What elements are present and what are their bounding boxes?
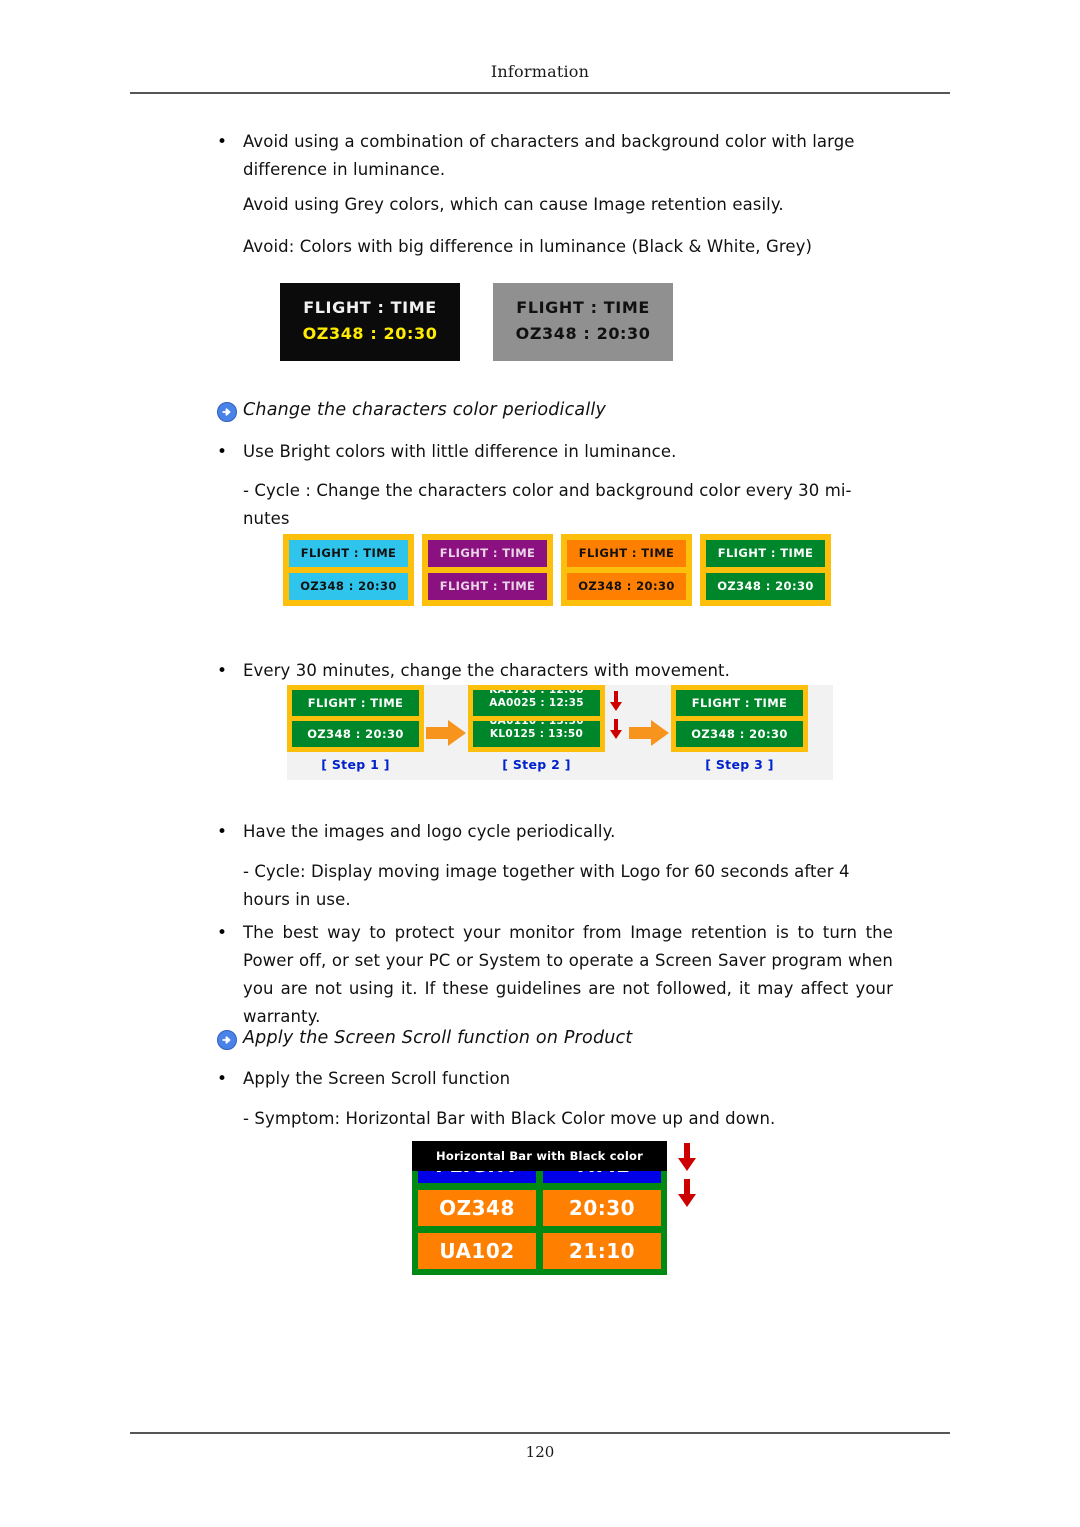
step-3-row-2: OZ348 : 20:30: [676, 721, 803, 747]
paragraph-avoid-colors: Avoid: Colors with big difference in lum…: [243, 237, 813, 256]
purple-panel-row-2: FLIGHT : TIME: [428, 573, 547, 600]
green-panel-row-1: FLIGHT : TIME: [706, 540, 825, 567]
orange-panel-row-1: FLIGHT : TIME: [567, 540, 686, 567]
step-3-panel: FLIGHT : TIME OZ348 : 20:30: [671, 685, 808, 752]
step-2-row-1-line-2: AA0025 : 12:35: [489, 697, 584, 709]
dash-item-cycle-logo-60s: - Cycle: Display moving image together w…: [243, 862, 850, 909]
step-3-row-1: FLIGHT : TIME: [676, 690, 803, 716]
header-rule: [130, 92, 950, 94]
page-header: Information: [130, 62, 950, 81]
purple-panel-row-1: FLIGHT : TIME: [428, 540, 547, 567]
bullet-marker: •: [217, 132, 228, 152]
flight-board-row-1-time: 20:30: [543, 1190, 661, 1226]
step-3-label: [ Step 3 ]: [705, 757, 774, 772]
figure-screen-scroll-symptom: FLIGHT TIME OZ348 20:30 UA102 21:10 Hori…: [412, 1141, 696, 1275]
bullet-marker: •: [217, 822, 228, 842]
step-2-panel: KA1710 : 12:00 AA0025 : 12:35 UA0110 : 1…: [468, 685, 605, 752]
bullet-text-apply-screen-scroll: Apply the Screen Scroll function: [243, 1069, 511, 1088]
bullet-text-avoid-combination: Avoid using a combination of characters …: [243, 132, 855, 179]
grey-flight-panel: FLIGHT : TIME OZ348 : 20:30: [493, 283, 674, 361]
header-title: Information: [490, 62, 590, 81]
section-heading-change-characters-color: Change the characters color periodically: [216, 398, 916, 423]
cyan-panel-row-1: FLIGHT : TIME: [289, 540, 408, 567]
dash-item-cycle-30-minutes: - Cycle : Change the characters color an…: [243, 481, 852, 528]
flight-board-row-1-flight: OZ348: [418, 1190, 536, 1226]
flight-board-grid: FLIGHT TIME OZ348 20:30 UA102 21:10 Hori…: [412, 1141, 667, 1275]
orange-flight-panel: FLIGHT : TIME OZ348 : 20:30: [561, 534, 692, 606]
step-2-row-2-line-2: KL0125 : 13:50: [489, 728, 584, 740]
dash-item-symptom-horizontal-bar: - Symptom: Horizontal Bar with Black Col…: [243, 1109, 776, 1128]
step-1-panel: FLIGHT : TIME OZ348 : 20:30: [287, 685, 424, 752]
flight-board-row-1: OZ348 20:30: [418, 1190, 661, 1226]
paragraph-avoid-grey: Avoid using Grey colors, which can cause…: [243, 195, 784, 214]
down-arrow-icon-1: [610, 691, 622, 711]
figure-movement-steps: FLIGHT : TIME OZ348 : 20:30 [ Step 1 ] K…: [287, 685, 833, 780]
bullet-text-best-way-protect: The best way to protect your monitor fro…: [243, 923, 893, 1026]
down-arrow-icon-2: [610, 719, 622, 739]
right-arrow-icon-1: [426, 719, 466, 746]
bullet-text-use-bright-colors: Use Bright colors with little difference…: [243, 442, 677, 461]
bullet-item-change-with-movement: • Every 30 minutes, change the character…: [213, 657, 893, 685]
bullet-item-logo-cycle: • Have the images and logo cycle periodi…: [213, 818, 893, 846]
grey-panel-line-1: FLIGHT : TIME: [516, 298, 650, 317]
footer-rule: [130, 1432, 950, 1434]
purple-flight-panel: FLIGHT : TIME FLIGHT : TIME: [422, 534, 553, 606]
step-1-label: [ Step 1 ]: [321, 757, 390, 772]
right-arrow-icon-2: [629, 719, 669, 746]
flight-board-row-2-flight: UA102: [418, 1233, 536, 1269]
step-2-row-2-line-1: UA0110 : 13:30: [489, 721, 584, 727]
black-flight-panel: FLIGHT : TIME OZ348 : 20:30: [280, 283, 460, 361]
bullet-item-use-bright-colors: • Use Bright colors with little differen…: [213, 438, 893, 466]
bullet-marker: •: [217, 923, 228, 943]
page-number: 120: [525, 1443, 555, 1461]
black-panel-line-1: FLIGHT : TIME: [303, 298, 437, 317]
step-1-column: FLIGHT : TIME OZ348 : 20:30 [ Step 1 ]: [287, 685, 424, 772]
step-1-row-1: FLIGHT : TIME: [292, 690, 419, 716]
bullet-marker: •: [217, 1069, 228, 1089]
arrow-circle-icon: [216, 1029, 238, 1051]
orange-panel-row-2: OZ348 : 20:30: [567, 573, 686, 600]
step-2-row-2-scrolling: UA0110 : 13:30 KL0125 : 13:50: [473, 721, 600, 747]
bullet-item-avoid-combination: • Avoid using a combination of character…: [213, 128, 883, 184]
bar-motion-arrows: [674, 1143, 700, 1207]
green-flight-panel: FLIGHT : TIME OZ348 : 20:30: [700, 534, 831, 606]
bullet-marker: •: [217, 442, 228, 462]
green-panel-row-2: OZ348 : 20:30: [706, 573, 825, 600]
step-2-row-1-line-1: KA1710 : 12:00: [489, 690, 584, 696]
grey-panel-line-2: OZ348 : 20:30: [515, 324, 651, 343]
down-arrow-icon-2: [678, 1179, 696, 1207]
section-title-text-1: Change the characters color periodically: [243, 400, 607, 420]
flight-board-row-2: UA102 21:10: [418, 1233, 661, 1269]
document-page: Information • Avoid using a combination …: [0, 0, 1080, 1527]
step-3-column: FLIGHT : TIME OZ348 : 20:30 [ Step 3 ]: [671, 685, 808, 772]
cyan-flight-panel: FLIGHT : TIME OZ348 : 20:30: [283, 534, 414, 606]
bullet-item-best-way-protect: • The best way to protect your monitor f…: [213, 919, 893, 1031]
bullet-marker: •: [217, 661, 228, 681]
bullet-item-apply-screen-scroll: • Apply the Screen Scroll function: [213, 1065, 893, 1093]
down-arrow-icon-1: [678, 1143, 696, 1171]
figure-color-cycle-examples: FLIGHT : TIME OZ348 : 20:30 FLIGHT : TIM…: [283, 534, 831, 606]
step-2-column: KA1710 : 12:00 AA0025 : 12:35 UA0110 : 1…: [468, 685, 605, 772]
section-title-text-2: Apply the Screen Scroll function on Prod…: [243, 1028, 633, 1048]
bullet-text-logo-cycle: Have the images and logo cycle periodica…: [243, 822, 616, 841]
step-2-row-1-scrolling: KA1710 : 12:00 AA0025 : 12:35: [473, 690, 600, 716]
scroll-motion-arrows: [605, 685, 627, 739]
flight-board-row-2-time: 21:10: [543, 1233, 661, 1269]
horizontal-black-bar-label: Horizontal Bar with Black color: [412, 1141, 667, 1171]
figure-luminance-examples: FLIGHT : TIME OZ348 : 20:30 FLIGHT : TIM…: [280, 283, 674, 361]
step-2-label: [ Step 2 ]: [502, 757, 571, 772]
cyan-panel-row-2: OZ348 : 20:30: [289, 573, 408, 600]
section-heading-screen-scroll: Apply the Screen Scroll function on Prod…: [216, 1026, 916, 1051]
bullet-text-change-with-movement: Every 30 minutes, change the characters …: [243, 661, 730, 680]
arrow-circle-icon: [216, 401, 238, 423]
black-panel-line-2: OZ348 : 20:30: [302, 324, 438, 343]
step-1-row-2: OZ348 : 20:30: [292, 721, 419, 747]
